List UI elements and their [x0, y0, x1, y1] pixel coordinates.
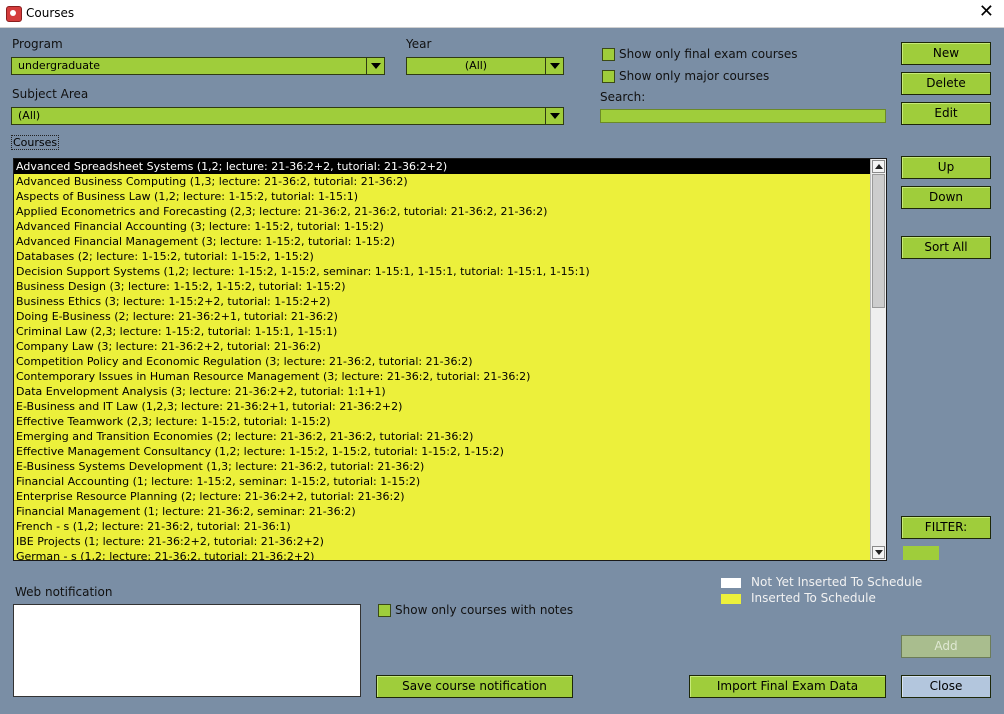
year-select[interactable]: (All)	[406, 57, 564, 75]
subject-area-label: Subject Area	[12, 87, 89, 101]
major-courses-option-label: Show only major courses	[619, 69, 770, 83]
save-course-notification-button[interactable]: Save course notification	[376, 675, 573, 698]
year-value: (All)	[464, 59, 488, 72]
filter-indicator	[903, 546, 939, 560]
add-button[interactable]: Add	[901, 635, 991, 658]
list-item[interactable]: Advanced Business Computing (1,3; lectur…	[14, 174, 870, 189]
legend-not-inserted-label: Not Yet Inserted To Schedule	[751, 575, 923, 589]
final-exam-option-label: Show only final exam courses	[619, 47, 798, 61]
year-label: Year	[406, 37, 432, 51]
major-courses-checkbox[interactable]	[602, 70, 615, 83]
list-item[interactable]: Company Law (3; lecture: 21-36:2+2, tuto…	[14, 339, 870, 354]
courses-with-notes-label: Show only courses with notes	[395, 603, 574, 617]
close-button[interactable]: Close	[901, 675, 991, 698]
down-button[interactable]: Down	[901, 186, 991, 209]
list-item[interactable]: Financial Management (1; lecture: 21-36:…	[14, 504, 870, 519]
list-item[interactable]: Advanced Financial Accounting (3; lectur…	[14, 219, 870, 234]
legend-inserted-swatch	[721, 594, 741, 604]
scroll-up-icon[interactable]	[872, 160, 885, 173]
courses-list[interactable]: Advanced Spreadsheet Systems (1,2; lectu…	[13, 158, 887, 561]
list-item[interactable]: Emerging and Transition Economies (2; le…	[14, 429, 870, 444]
list-item[interactable]: French - s (1,2; lecture: 21-36:2, tutor…	[14, 519, 870, 534]
web-notification-textarea[interactable]	[13, 604, 361, 697]
scroll-thumb[interactable]	[872, 174, 885, 308]
import-final-exam-button[interactable]: Import Final Exam Data	[689, 675, 886, 698]
search-input[interactable]	[600, 109, 886, 123]
courses-list-items: Advanced Spreadsheet Systems (1,2; lectu…	[14, 159, 870, 560]
title-bar: Courses ✕	[0, 0, 1004, 28]
courses-with-notes-checkbox[interactable]	[378, 604, 391, 617]
list-item[interactable]: Databases (2; lecture: 1-15:2, tutorial:…	[14, 249, 870, 264]
chevron-down-icon[interactable]	[545, 58, 563, 74]
window-title: Courses	[26, 6, 75, 20]
list-item[interactable]: Enterprise Resource Planning (2; lecture…	[14, 489, 870, 504]
dialog-body: Program undergraduate Year (All) Subject…	[0, 28, 1004, 714]
subject-area-value: (All)	[18, 109, 41, 122]
legend-not-inserted-swatch	[721, 578, 741, 588]
new-button[interactable]: New	[901, 42, 991, 65]
list-item[interactable]: Doing E-Business (2; lecture: 21-36:2+1,…	[14, 309, 870, 324]
subject-area-select[interactable]: (All)	[11, 107, 564, 125]
list-item[interactable]: Effective Management Consultancy (1,2; l…	[14, 444, 870, 459]
list-item[interactable]: Competition Policy and Economic Regulati…	[14, 354, 870, 369]
courses-scrollbar[interactable]	[870, 159, 886, 560]
list-item[interactable]: E-Business Systems Development (1,3; lec…	[14, 459, 870, 474]
list-item[interactable]: German - s (1,2; lecture: 21-36:2, tutor…	[14, 549, 870, 560]
list-item[interactable]: Business Ethics (3; lecture: 1-15:2+2, t…	[14, 294, 870, 309]
final-exam-checkbox[interactable]	[602, 48, 615, 61]
list-item[interactable]: Data Envelopment Analysis (3; lecture: 2…	[14, 384, 870, 399]
list-item[interactable]: E-Business and IT Law (1,2,3; lecture: 2…	[14, 399, 870, 414]
edit-button[interactable]: Edit	[901, 102, 991, 125]
app-logo-icon	[6, 6, 22, 22]
chevron-down-icon[interactable]	[366, 58, 384, 74]
list-item[interactable]: Advanced Spreadsheet Systems (1,2; lectu…	[14, 159, 870, 174]
list-item[interactable]: Financial Accounting (1; lecture: 1-15:2…	[14, 474, 870, 489]
filter-button[interactable]: FILTER:	[901, 516, 991, 539]
sort-all-button[interactable]: Sort All	[901, 236, 991, 259]
list-item[interactable]: Effective Teamwork (2,3; lecture: 1-15:2…	[14, 414, 870, 429]
list-item[interactable]: IBE Projects (1; lecture: 21-36:2+2, tut…	[14, 534, 870, 549]
list-item[interactable]: Applied Econometrics and Forecasting (2,…	[14, 204, 870, 219]
courses-label: Courses	[11, 135, 60, 150]
delete-button[interactable]: Delete	[901, 72, 991, 95]
list-item[interactable]: Aspects of Business Law (1,2; lecture: 1…	[14, 189, 870, 204]
web-notification-label: Web notification	[15, 585, 113, 599]
chevron-down-icon[interactable]	[545, 108, 563, 124]
list-item[interactable]: Criminal Law (2,3; lecture: 1-15:2, tuto…	[14, 324, 870, 339]
legend-inserted-label: Inserted To Schedule	[751, 591, 876, 605]
scroll-down-icon[interactable]	[872, 546, 885, 559]
program-value: undergraduate	[18, 59, 101, 72]
list-item[interactable]: Decision Support Systems (1,2; lecture: …	[14, 264, 870, 279]
list-item[interactable]: Advanced Financial Management (3; lectur…	[14, 234, 870, 249]
list-item[interactable]: Business Design (3; lecture: 1-15:2, 1-1…	[14, 279, 870, 294]
program-select[interactable]: undergraduate	[11, 57, 385, 75]
list-item[interactable]: Contemporary Issues in Human Resource Ma…	[14, 369, 870, 384]
up-button[interactable]: Up	[901, 156, 991, 179]
search-label: Search:	[600, 90, 646, 104]
close-window-icon[interactable]: ✕	[979, 3, 994, 21]
program-label: Program	[12, 37, 63, 51]
